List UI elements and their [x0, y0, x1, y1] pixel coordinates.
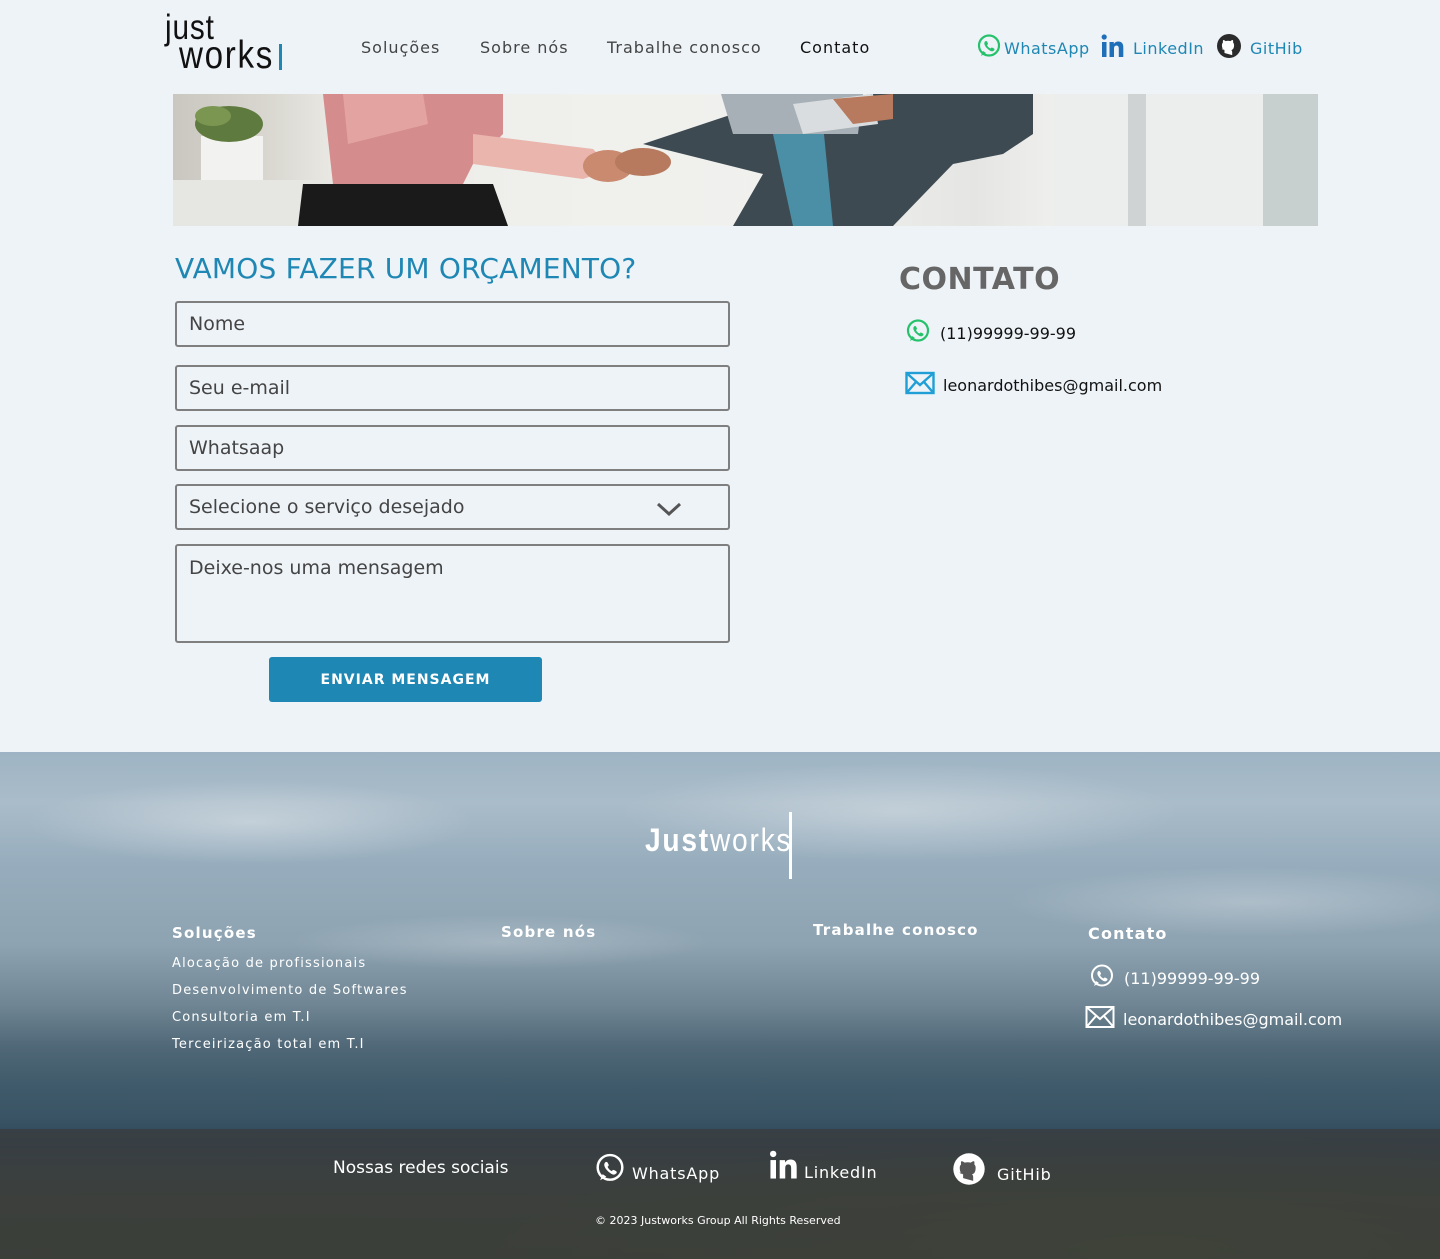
footer-logo[interactable]: Justworks	[645, 822, 792, 859]
contact-email-text: leonardothibes@gmail.com	[943, 375, 1163, 395]
footer-linkedin-link[interactable]: LinkedIn	[768, 1149, 877, 1185]
nav-item-contato[interactable]: Contato	[800, 38, 870, 57]
github-icon	[952, 1152, 986, 1190]
quote-form-title: VAMOS FAZER UM ORÇAMENTO?	[175, 252, 637, 285]
justworks-logo[interactable]: just works	[164, 8, 294, 77]
footer-link-desenvolvimento[interactable]: Desenvolvimento de Softwares	[172, 983, 408, 998]
nav-item-sobre-nos[interactable]: Sobre nós	[480, 38, 569, 57]
handshake-illustration	[173, 94, 1318, 226]
header-whatsapp-link[interactable]: WhatsApp	[976, 33, 1090, 59]
name-input-placeholder: Nome	[189, 313, 246, 335]
whatsapp-icon	[976, 33, 1002, 59]
nav-item-solucoes[interactable]: Soluções	[361, 38, 440, 57]
footer-linkedin-label: LinkedIn	[804, 1162, 878, 1182]
footer-link-consultoria[interactable]: Consultoria em T.I	[172, 1010, 311, 1025]
github-icon	[1216, 33, 1242, 59]
footer-logo-bar	[789, 812, 792, 879]
footer-link-alocacao[interactable]: Alocação de profissionais	[172, 956, 366, 971]
header-github-label: GitHib	[1250, 38, 1303, 58]
footer-heading-contato[interactable]: Contato	[1088, 924, 1168, 943]
nav-item-trabalhe-conosco[interactable]: Trabalhe conosco	[607, 38, 762, 57]
mail-icon	[905, 371, 935, 399]
footer-contact-phone-text: (11)99999-99-99	[1124, 968, 1261, 988]
footer-contact-phone[interactable]: (11)99999-99-99	[1089, 963, 1260, 993]
footer-github-label: GitHib	[997, 1164, 1052, 1184]
site-footer: Justworks Soluções Alocação de profissio…	[0, 752, 1440, 1259]
whatsapp-icon	[1089, 963, 1115, 993]
social-networks-label: Nossas redes sociais	[333, 1158, 509, 1178]
mail-icon	[1085, 1005, 1115, 1033]
whatsapp-icon	[905, 318, 931, 348]
footer-whatsapp-label: WhatsApp	[632, 1163, 721, 1183]
service-select-value: Selecione o serviço desejado	[189, 496, 465, 518]
copyright-text: © 2023 Justworks Group All Rights Reserv…	[595, 1214, 841, 1227]
footer-heading-solucoes[interactable]: Soluções	[172, 924, 257, 942]
chevron-down-icon	[656, 500, 682, 522]
logo-bar	[279, 44, 282, 70]
contact-title: CONTATO	[899, 262, 1061, 297]
footer-social-bar: Nossas redes sociais WhatsApp LinkedIn G…	[0, 1129, 1440, 1259]
email-input-placeholder: Seu e-mail	[189, 377, 291, 399]
logo-line-2: works	[179, 34, 275, 77]
footer-contact-email-text: leonardothibes@gmail.com	[1123, 1009, 1343, 1029]
footer-link-terceirizacao[interactable]: Terceirização total em T.I	[172, 1037, 365, 1052]
message-textarea-placeholder: Deixe-nos uma mensagem	[189, 557, 444, 579]
site-header: just works Soluções Sobre nós Trabalhe c…	[0, 0, 1440, 94]
contact-phone-text: (11)99999-99-99	[940, 323, 1077, 343]
email-input[interactable]: Seu e-mail	[175, 365, 730, 411]
footer-logo-bold: Just	[645, 822, 710, 858]
name-input[interactable]: Nome	[175, 301, 730, 347]
footer-github-link[interactable]: GitHib	[952, 1152, 1052, 1190]
message-textarea[interactable]: Deixe-nos uma mensagem	[175, 544, 730, 643]
header-github-link[interactable]: GitHib	[1216, 33, 1303, 59]
footer-heading-sobre-nos[interactable]: Sobre nós	[501, 923, 596, 941]
header-whatsapp-label: WhatsApp	[1004, 38, 1090, 58]
footer-contact-email[interactable]: leonardothibes@gmail.com	[1085, 1005, 1342, 1033]
footer-whatsapp-link[interactable]: WhatsApp	[594, 1152, 720, 1188]
whatsapp-input-placeholder: Whatsaap	[189, 437, 285, 459]
hero-handshake-image	[173, 94, 1318, 226]
whatsapp-icon	[594, 1152, 626, 1188]
service-select[interactable]: Selecione o serviço desejado	[175, 484, 730, 530]
header-linkedin-link[interactable]: LinkedIn	[1100, 33, 1204, 59]
footer-heading-trabalhe-conosco[interactable]: Trabalhe conosco	[813, 921, 979, 939]
footer-logo-light: works	[709, 822, 793, 858]
linkedin-icon	[768, 1149, 800, 1185]
contact-email[interactable]: leonardothibes@gmail.com	[905, 371, 1162, 399]
whatsapp-input[interactable]: Whatsaap	[175, 425, 730, 471]
send-message-button[interactable]: ENVIAR MENSAGEM	[269, 657, 542, 702]
linkedin-icon	[1100, 33, 1126, 59]
header-linkedin-label: LinkedIn	[1133, 38, 1205, 58]
contact-phone[interactable]: (11)99999-99-99	[905, 318, 1076, 348]
